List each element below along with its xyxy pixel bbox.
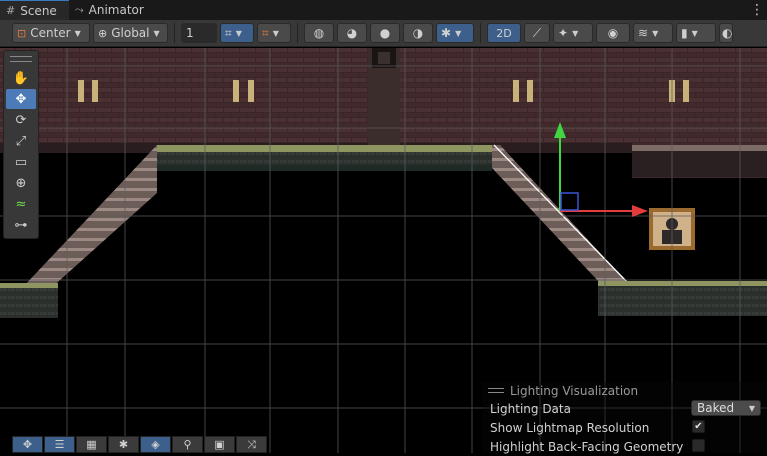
- lighting-panel-title: Lighting Visualization: [510, 383, 639, 398]
- snap-increment-icon: ⌗: [262, 25, 269, 40]
- overlay-search-icon[interactable]: ⚲: [172, 436, 203, 453]
- move-tool-icon[interactable]: ✥: [6, 89, 36, 109]
- scene-toolbar: ⊡ Center ▼ ⊕ Global ▼ 1 ⌗ ▼ ⌗ ▼ ◍ ◕ ● ◑ …: [0, 20, 767, 47]
- visibility-toggle-button[interactable]: ◉: [596, 23, 630, 43]
- chevron-down-icon: ▼: [272, 28, 279, 38]
- wireframe-sphere-icon: ◍: [313, 26, 325, 40]
- grid-size-value: 1: [186, 26, 194, 40]
- globe-icon: ⊕: [98, 26, 108, 40]
- pivot-space-dropdown[interactable]: ⊕ Global ▼: [93, 23, 168, 43]
- hierarchy-tool-icon[interactable]: ⊶: [6, 215, 36, 235]
- overlay-camera-icon[interactable]: ▣: [204, 436, 235, 453]
- camera-settings-dropdown[interactable]: ▮ ▼: [676, 23, 716, 43]
- scale-tool-icon[interactable]: ⤢: [6, 131, 36, 151]
- overlay-bug-icon[interactable]: ✱: [108, 436, 139, 453]
- chevron-down-icon: ▼: [691, 28, 698, 38]
- chevron-down-icon: ▼: [74, 28, 81, 38]
- grid-toggle-button[interactable]: ⌗ ▼: [220, 23, 254, 43]
- toolbar-separator: [480, 23, 481, 43]
- more-options-icon[interactable]: ⋮: [747, 0, 767, 20]
- mode-2d-toggle[interactable]: 2D: [487, 23, 521, 43]
- show-lightmap-resolution-row: Show Lightmap Resolution ✔: [482, 418, 767, 437]
- gizmo-x-arrow[interactable]: [632, 205, 648, 217]
- transform-tool-icon[interactable]: ⊕: [6, 173, 36, 193]
- chevron-down-icon: ▼: [572, 28, 579, 38]
- tab-scene[interactable]: # Scene: [0, 0, 69, 20]
- hand-tool-icon[interactable]: ✋: [6, 68, 36, 88]
- grid-icon: #: [6, 4, 16, 17]
- highlight-back-facing-checkbox[interactable]: [692, 439, 705, 452]
- chevron-down-icon: ▼: [748, 403, 755, 413]
- tab-animator[interactable]: ⤳ Animator: [69, 0, 156, 20]
- effects-icon: ✦: [558, 26, 569, 40]
- tab-animator-label: Animator: [88, 3, 144, 17]
- overlay-shuffle-icon[interactable]: ⤨: [236, 436, 267, 453]
- mode-2d-label: 2D: [496, 26, 512, 40]
- effects-dropdown[interactable]: ✦ ▼: [553, 23, 593, 43]
- chevron-down-icon: ▼: [455, 28, 462, 38]
- overlay-tilemap-icon[interactable]: ▦: [76, 436, 107, 453]
- chevron-down-icon: ▼: [235, 28, 242, 38]
- gizmo-xy-plane[interactable]: [560, 192, 579, 211]
- animator-icon: ⤳: [74, 3, 84, 16]
- pivot-space-label: Global: [111, 26, 150, 40]
- toolbar-separator: [297, 23, 298, 43]
- show-lightmap-resolution-label: Show Lightmap Resolution: [490, 420, 650, 435]
- overlay-inspector-icon[interactable]: ☰: [44, 436, 75, 453]
- drag-handle[interactable]: [10, 56, 32, 62]
- pivot-icon: ⊡: [17, 26, 27, 40]
- pivot-mode-label: Center: [30, 26, 71, 40]
- column-cap-inner: [378, 52, 390, 64]
- gizmos-dropdown[interactable]: ◐: [719, 23, 733, 43]
- camera-icon: ▮: [681, 26, 688, 40]
- eye-icon: ◉: [607, 26, 619, 40]
- drag-handle[interactable]: [488, 388, 504, 393]
- highlight-back-facing-label: Highlight Back-Facing Geometry: [490, 439, 684, 454]
- debug-draw-mode-button[interactable]: ✱ ▼: [436, 23, 474, 43]
- shaded-sphere-icon: ●: [379, 26, 391, 40]
- chevron-down-icon: ▼: [652, 28, 659, 38]
- toolbar-separator: [174, 23, 175, 43]
- overlay-layers-icon[interactable]: ◈: [140, 436, 171, 453]
- unlit-sphere-icon: ◑: [412, 26, 424, 40]
- custom-editor-tool-icon[interactable]: ≈: [6, 194, 36, 214]
- pivot-mode-dropdown[interactable]: ⊡ Center ▼: [12, 23, 90, 43]
- lighting-data-value: Baked: [697, 401, 735, 415]
- overlay-toolbar: ✥ ☰ ▦ ✱ ◈ ⚲ ▣ ⤨: [12, 436, 267, 453]
- upper-platform: [157, 145, 767, 177]
- gizmo-icon: ◐: [722, 26, 733, 40]
- lighting-data-dropdown[interactable]: Baked ▼: [691, 400, 761, 416]
- checkmark-icon: ✔: [694, 421, 703, 432]
- rotate-tool-icon[interactable]: ⟳: [6, 110, 36, 130]
- light-off-icon: ⟋: [532, 25, 542, 40]
- grid-snap-icon: ⌗: [225, 25, 232, 40]
- bug-icon: ✱: [441, 26, 452, 40]
- rect-tool-icon[interactable]: ▭: [6, 152, 36, 172]
- overlay-move-icon[interactable]: ✥: [12, 436, 43, 453]
- lighting-data-row: Lighting Data Baked ▼: [482, 399, 767, 418]
- draw-mode-shaded-button[interactable]: ●: [370, 23, 400, 43]
- tab-scene-label: Scene: [20, 3, 57, 18]
- grid-size-field[interactable]: 1: [181, 23, 217, 43]
- draw-mode-shaded-wireframe-button[interactable]: ◕: [337, 23, 367, 43]
- layers-dropdown[interactable]: ≋ ▼: [633, 23, 673, 43]
- tab-bar: # Scene ⤳ Animator ⋮: [0, 0, 767, 20]
- lower-floor: [0, 281, 767, 318]
- shaded-wireframe-sphere-icon: ◕: [346, 26, 358, 40]
- lighting-data-label: Lighting Data: [490, 401, 571, 416]
- lighting-toggle-button[interactable]: ⟋: [524, 23, 550, 43]
- lighting-visualization-panel: Lighting Visualization Lighting Data Bak…: [482, 382, 767, 456]
- lighting-panel-header[interactable]: Lighting Visualization: [482, 382, 767, 399]
- tool-palette: ✋ ✥ ⟳ ⤢ ▭ ⊕ ≈ ⊶: [3, 50, 39, 239]
- draw-mode-unlit-button[interactable]: ◑: [403, 23, 433, 43]
- draw-mode-wireframe-button[interactable]: ◍: [304, 23, 334, 43]
- show-lightmap-resolution-checkbox[interactable]: ✔: [692, 420, 705, 433]
- chevron-down-icon: ▼: [153, 28, 160, 38]
- layers-icon: ≋: [638, 26, 649, 40]
- highlight-back-facing-row: Highlight Back-Facing Geometry: [482, 437, 767, 456]
- grid-snapping-button[interactable]: ⌗ ▼: [257, 23, 291, 43]
